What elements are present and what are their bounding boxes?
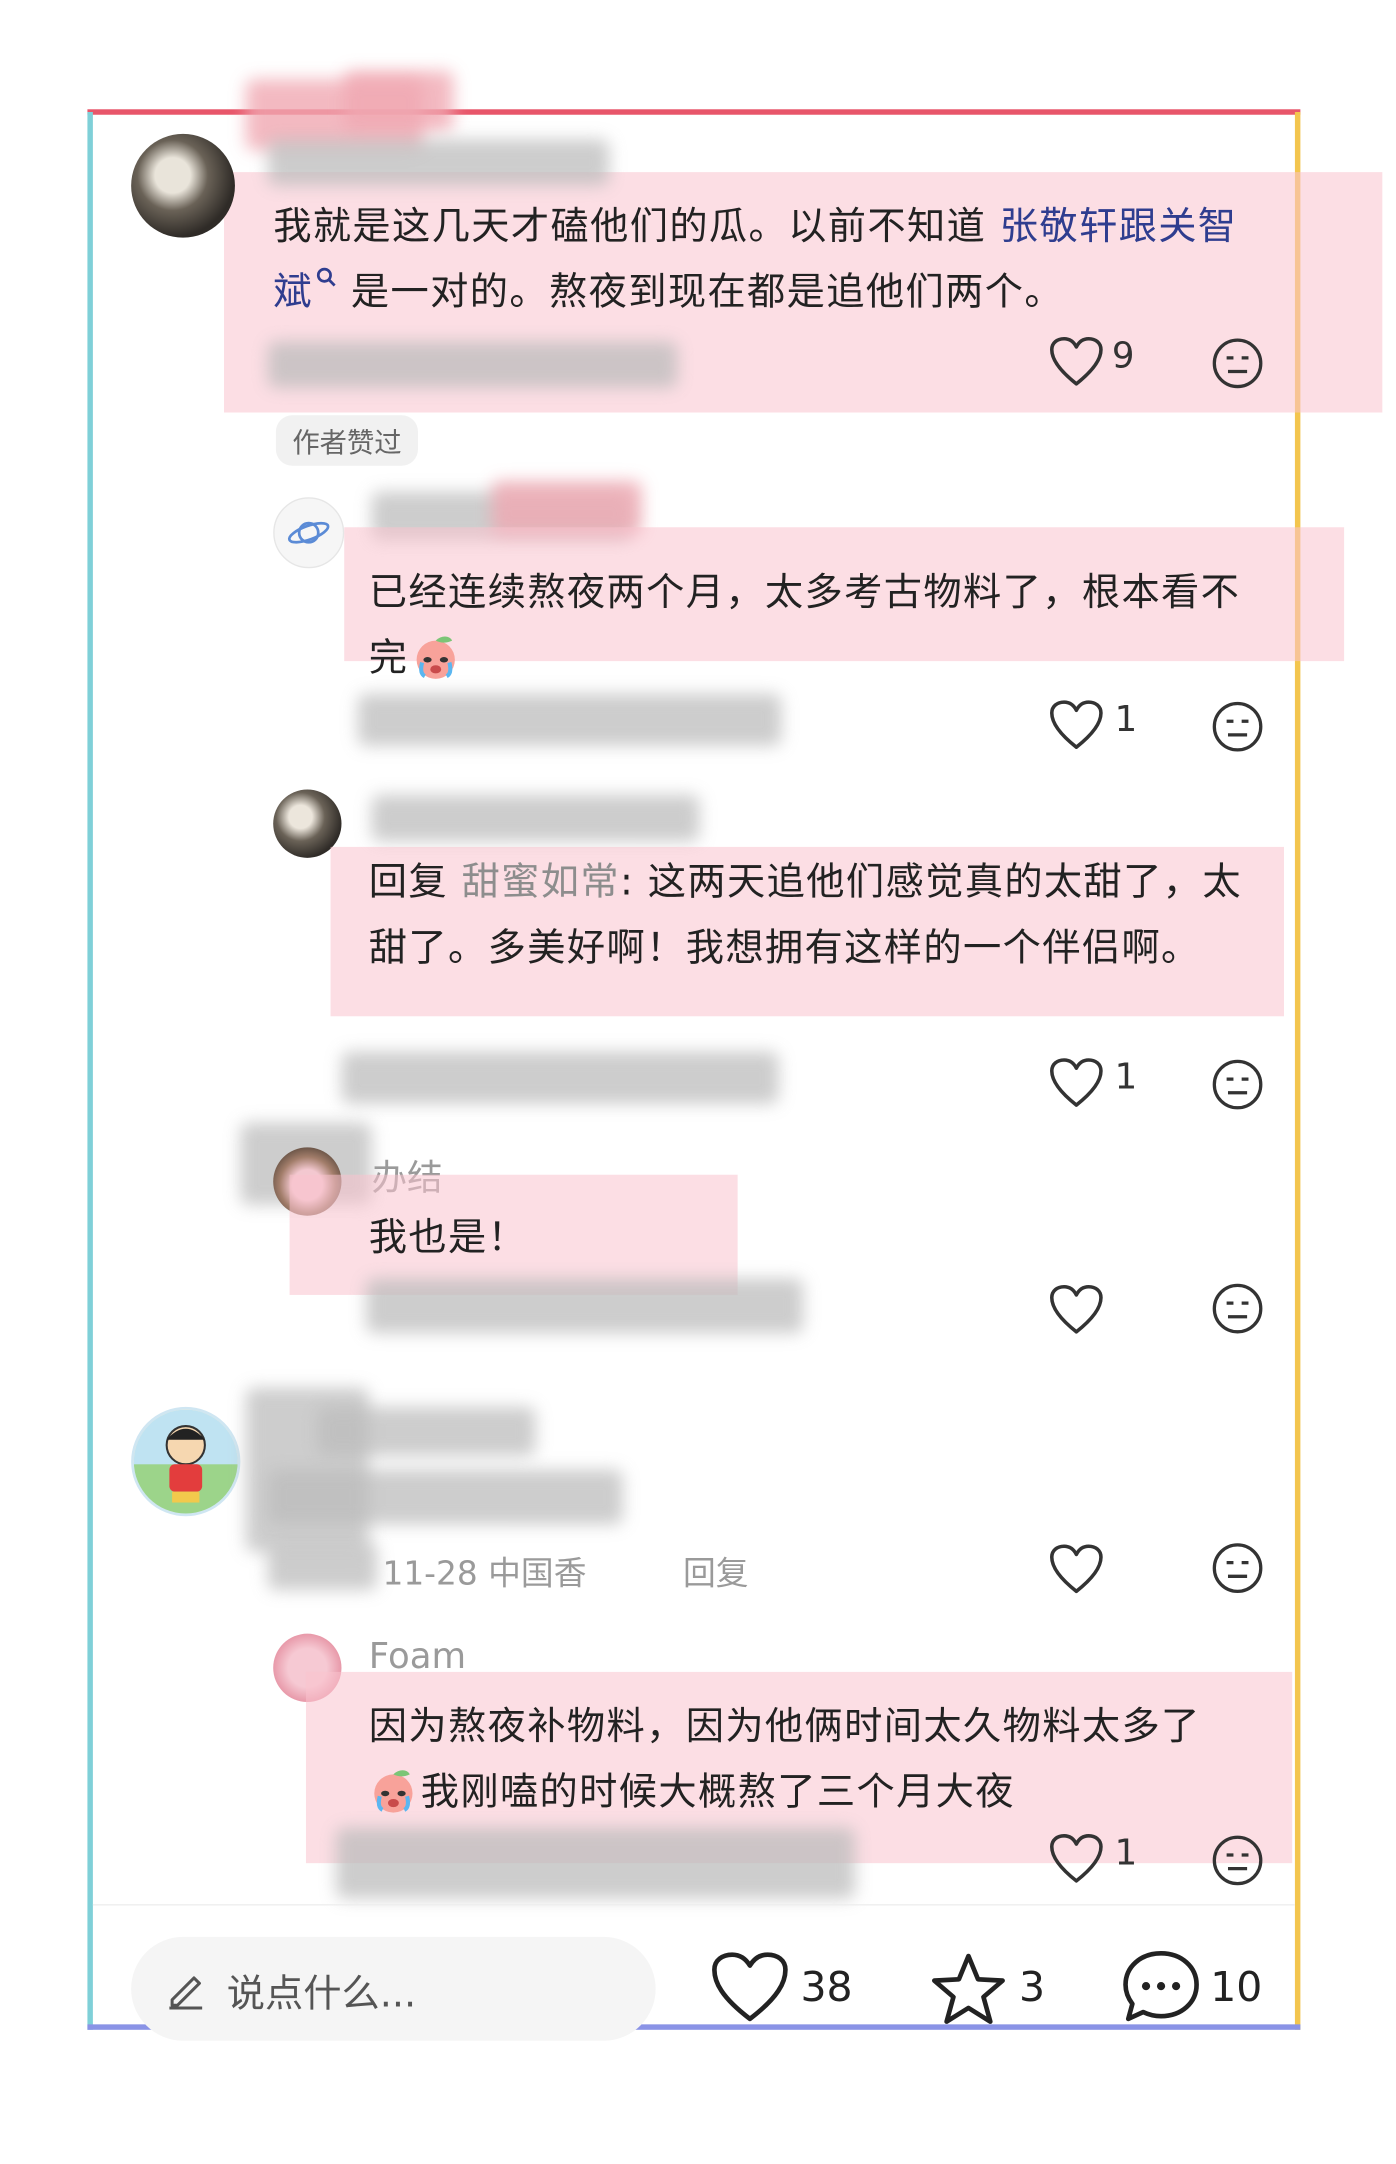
username-redacted [267, 139, 610, 186]
avatar[interactable] [131, 1406, 241, 1517]
avatar[interactable] [273, 497, 345, 569]
emoji-icon[interactable] [1210, 1057, 1265, 1112]
crying-peach-emoji [416, 636, 455, 679]
date-location-redacted [357, 693, 782, 746]
planet-icon [287, 521, 330, 544]
heart-icon[interactable] [1049, 1544, 1104, 1596]
emoji-icon[interactable] [1210, 1281, 1265, 1336]
like-count: 9 [1111, 336, 1135, 378]
heart-icon[interactable] [1049, 1284, 1104, 1336]
comment-text: 我就是这几天才磕他们的瓜。以前不知道 张敬轩跟关智斌 是一对的。熬夜到现在都是追… [273, 203, 1238, 315]
username-redacted [316, 1406, 536, 1457]
comment-text: 已经连续熬夜两个月，太多考古物料了，根本看不完 [368, 569, 1241, 681]
pencil-icon [169, 1976, 203, 2010]
emoji-icon[interactable] [1210, 1833, 1265, 1888]
post-star-count: 3 [1018, 1964, 1046, 2013]
comment-text: 因为熬夜补物料，因为他俩时间太久物料太多了 我刚嗑的时候大概熬了三个月大夜 [368, 1703, 1201, 1814]
comment-input-placeholder: 说点什么... [226, 1971, 417, 2017]
avatar[interactable] [131, 133, 235, 238]
emoji-icon[interactable] [1210, 1541, 1265, 1596]
date-location-redacted [366, 1278, 804, 1334]
heart-icon[interactable] [1049, 1833, 1104, 1885]
pen-scribble [344, 71, 454, 132]
like-count: 1 [1114, 1057, 1138, 1099]
date-redacted [267, 1543, 378, 1590]
post-comment-count: 10 [1210, 1964, 1263, 2013]
comment-screenshot: 我就是这几天才磕他们的瓜。以前不知道 张敬轩跟关智斌 是一对的。熬夜到现在都是追… [0, 0, 1396, 2164]
comment-text: 回复 甜蜜如常: 这两天追他们感觉真的太甜了，太甜了。多美好啊！我想拥有这样的一… [368, 859, 1243, 970]
like-count: 1 [1114, 699, 1138, 741]
bottom-divider [92, 1904, 1295, 1906]
cartoon-avatar-icon [133, 1409, 238, 1514]
post-like-count: 38 [800, 1964, 853, 2013]
heart-icon[interactable] [1049, 1057, 1104, 1109]
star-icon[interactable] [929, 1951, 1008, 2027]
emoji-icon[interactable] [1210, 699, 1265, 754]
frame-left-border [87, 112, 93, 2030]
comment-date-location: 11-28 中国香 [382, 1554, 587, 1593]
crying-peach-emoji [374, 1770, 413, 1813]
date-location-redacted [336, 1827, 856, 1899]
author-liked-badge: 作者赞过 [275, 415, 418, 466]
comment-text: 我也是！ [368, 1214, 528, 1260]
date-location-redacted [341, 1051, 779, 1104]
date-location-redacted [267, 341, 678, 388]
reply-to-username[interactable]: 甜蜜如常 [462, 859, 620, 904]
like-count: 1 [1114, 1833, 1138, 1875]
comment-icon[interactable] [1120, 1948, 1202, 2027]
search-icon [316, 267, 336, 287]
heart-icon[interactable] [1049, 699, 1104, 751]
reply-button[interactable]: 回复 [683, 1546, 749, 1594]
comment-text-redacted [267, 1469, 623, 1525]
username-redacted [371, 794, 700, 842]
emoji-icon[interactable] [1210, 336, 1265, 391]
heart-icon[interactable] [710, 1951, 789, 2025]
heart-icon[interactable] [1049, 336, 1104, 388]
